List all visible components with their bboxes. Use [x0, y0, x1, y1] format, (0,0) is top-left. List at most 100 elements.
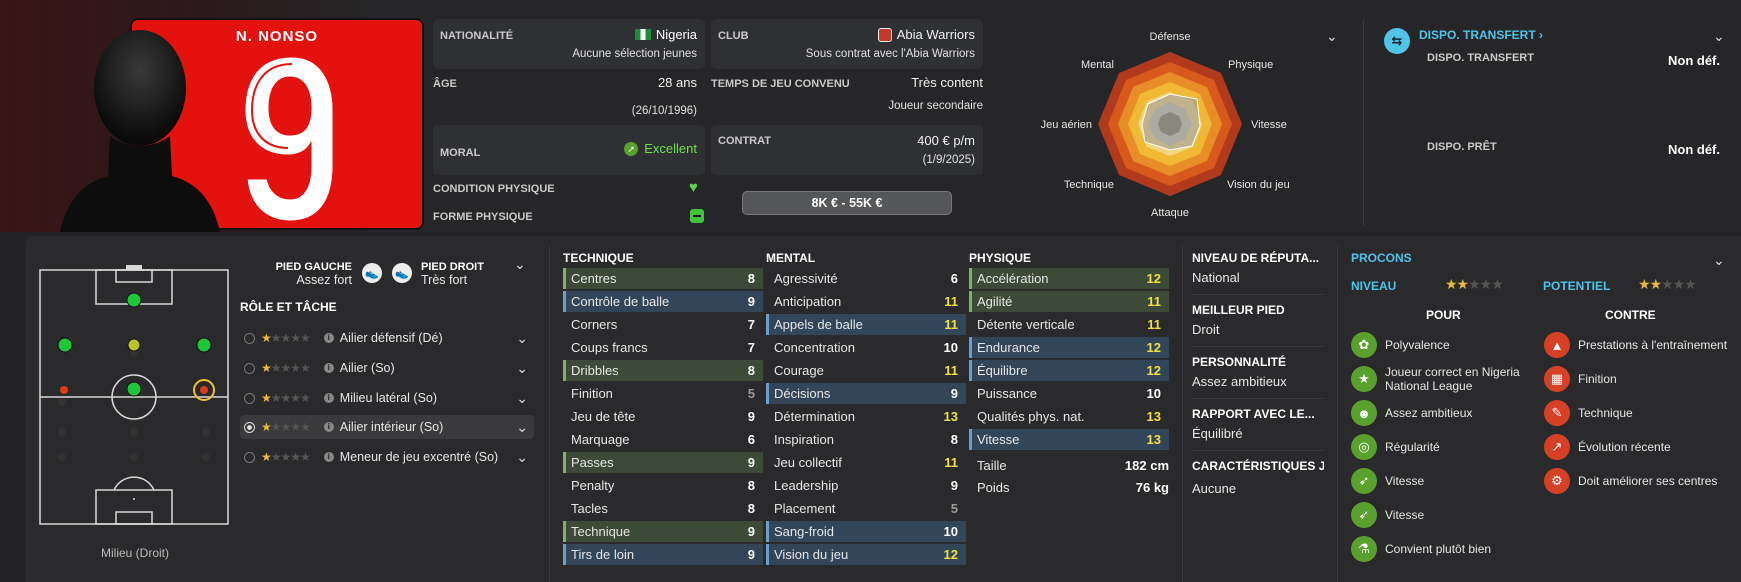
role-radio[interactable]: [244, 421, 255, 433]
attribute-name: Appels de balle: [774, 317, 863, 332]
attribute-row[interactable]: Coups francs 7: [563, 337, 763, 358]
nationality-label: NATIONALITÉ: [440, 30, 514, 42]
chevron-down-icon[interactable]: ⌄: [516, 390, 528, 407]
attribute-row[interactable]: Leadership 9: [766, 475, 966, 496]
attribute-row[interactable]: Placement 5: [766, 498, 966, 519]
feet-dropdown-chevron-icon[interactable]: ⌄: [514, 256, 526, 273]
contract-wage: 400 € p/m: [917, 133, 975, 148]
left-foot-value: Assez fort: [296, 273, 352, 287]
attribute-row[interactable]: Puissance 10: [969, 383, 1169, 404]
attribute-row[interactable]: Finition 5: [563, 383, 763, 404]
attribute-row[interactable]: Agressivité 6: [766, 268, 966, 289]
traits-label: CARACTÉRISTIQUES J: [1192, 459, 1324, 473]
role-radio[interactable]: [244, 392, 255, 404]
attribute-row[interactable]: Jeu collectif 11: [766, 452, 966, 473]
attribute-value: 8: [747, 271, 755, 286]
attribute-row[interactable]: Centres 8: [563, 268, 763, 289]
attribute-row[interactable]: Endurance 12: [969, 337, 1169, 358]
transfer-availability-value: Non déf.: [1668, 53, 1720, 68]
attribute-row[interactable]: Marquage 6: [563, 429, 763, 450]
role-row[interactable]: ★★★★★ i Ailier défensif (Dé) ⌄: [240, 326, 534, 350]
training-cone-icon: ▲: [1544, 332, 1570, 358]
con-item: ▦ Finition: [1544, 366, 1739, 392]
attribute-row[interactable]: Jeu de tête 9: [563, 406, 763, 427]
level-stars: ★★★★★: [1445, 276, 1504, 292]
attribute-name: Leadership: [774, 478, 839, 493]
info-icon[interactable]: i: [323, 452, 334, 462]
divider: [549, 246, 550, 582]
info-icon[interactable]: i: [323, 393, 334, 403]
attribute-row[interactable]: Vision du jeu 12: [766, 544, 966, 565]
attribute-row[interactable]: Équilibre 12: [969, 360, 1169, 381]
attribute-row[interactable]: Vitesse 13: [969, 429, 1169, 450]
info-icon[interactable]: i: [323, 363, 334, 373]
pro-item: ★ Joueur correct en Nigeria National Leag…: [1351, 365, 1536, 393]
attribute-value: 12: [1146, 363, 1161, 378]
best-foot-label: MEILLEUR PIED: [1192, 303, 1285, 317]
attribute-row[interactable]: Corners 7: [563, 314, 763, 335]
attribute-row[interactable]: Accélération 12: [969, 268, 1169, 289]
role-row[interactable]: ★★★★★ i Milieu latéral (So) ⌄: [240, 386, 534, 410]
attribute-row[interactable]: Concentration 10: [766, 337, 966, 358]
attribute-row[interactable]: Technique 9: [563, 521, 763, 542]
attribute-row[interactable]: Tacles 8: [563, 498, 763, 519]
attribute-row[interactable]: Dribbles 8: [563, 360, 763, 381]
info-icon[interactable]: i: [323, 333, 334, 343]
role-radio[interactable]: [244, 332, 255, 344]
playing-time-value: Très content: [911, 75, 983, 90]
attribute-row[interactable]: Contrôle de balle 9: [563, 291, 763, 312]
chevron-down-icon[interactable]: ⌄: [516, 449, 528, 466]
transfer-availability-label: DISPO. TRANSFERT: [1427, 52, 1534, 64]
attribute-row[interactable]: Appels de balle 11: [766, 314, 966, 335]
weight-value: 76 kg: [1135, 480, 1169, 495]
pro-label: Polyvalence: [1385, 338, 1450, 352]
attribute-row[interactable]: Qualités phys. nat. 13: [969, 406, 1169, 427]
attribute-name: Corners: [571, 317, 618, 332]
info-icon[interactable]: i: [323, 422, 334, 432]
attribute-row[interactable]: Penalty 8: [563, 475, 763, 496]
attribute-row[interactable]: Anticipation 11: [766, 291, 966, 312]
attribute-row[interactable]: Tirs de loin 9: [563, 544, 763, 565]
divider: [1192, 294, 1324, 295]
level-label: NIVEAU: [1351, 279, 1397, 293]
role-stars: ★★★★★: [261, 420, 311, 434]
radar-dropdown-chevron-icon[interactable]: ⌄: [1326, 28, 1338, 45]
attribute-name: Centres: [571, 271, 617, 286]
chevron-down-icon[interactable]: ⌄: [516, 330, 528, 347]
radar-label-technique: Technique: [1064, 179, 1114, 191]
pro-label: Régularité: [1385, 440, 1440, 454]
role-radio[interactable]: [244, 362, 255, 374]
role-radio[interactable]: [244, 451, 255, 463]
attribute-name: Agressivité: [774, 271, 838, 286]
nationality-country[interactable]: Nigeria: [656, 27, 697, 42]
role-stars: ★★★★★: [261, 331, 311, 345]
flask-icon: ⚗: [1351, 536, 1377, 562]
attribute-row[interactable]: Agilité 11: [969, 291, 1169, 312]
role-row[interactable]: ★★★★★ i Meneur de jeu excentré (So) ⌄: [240, 445, 534, 469]
technique-icon: ✎: [1544, 400, 1570, 426]
crossing-icon: ⚙: [1544, 468, 1570, 494]
attribute-row[interactable]: Sang-froid 10: [766, 521, 966, 542]
con-item: ✎ Technique: [1544, 400, 1739, 426]
attribute-row[interactable]: Détermination 13: [766, 406, 966, 427]
roles-title: RÔLE ET TÂCHE: [240, 300, 337, 314]
pro-item: ➶ Vitesse: [1351, 468, 1536, 494]
transfer-value-bar[interactable]: 8K € - 55K €: [742, 191, 952, 215]
attribute-name: Contrôle de balle: [571, 294, 670, 309]
attribute-row[interactable]: Courage 11: [766, 360, 966, 381]
transfer-status-link[interactable]: DISPO. TRANSFERT ›: [1419, 28, 1543, 42]
club-name[interactable]: Abia Warriors: [897, 27, 975, 42]
attribute-row[interactable]: Inspiration 8: [766, 429, 966, 450]
left-boot-icon: 👟: [362, 263, 382, 283]
attribute-name: Coups francs: [571, 340, 648, 355]
transfer-dropdown-chevron-icon[interactable]: ⌄: [1713, 28, 1725, 45]
attribute-row[interactable]: Décisions 9: [766, 383, 966, 404]
form-indicator-icon: [690, 209, 704, 223]
role-row-selected[interactable]: ★★★★★ i Ailier intérieur (So) ⌄: [240, 415, 534, 439]
chevron-down-icon[interactable]: ⌄: [516, 360, 528, 377]
attribute-row[interactable]: Passes 9: [563, 452, 763, 473]
procons-dropdown-chevron-icon[interactable]: ⌄: [1713, 252, 1725, 269]
attribute-row[interactable]: Détente verticale 11: [969, 314, 1169, 335]
role-row[interactable]: ★★★★★ i Ailier (So) ⌄: [240, 356, 534, 380]
chevron-down-icon[interactable]: ⌄: [516, 419, 528, 436]
